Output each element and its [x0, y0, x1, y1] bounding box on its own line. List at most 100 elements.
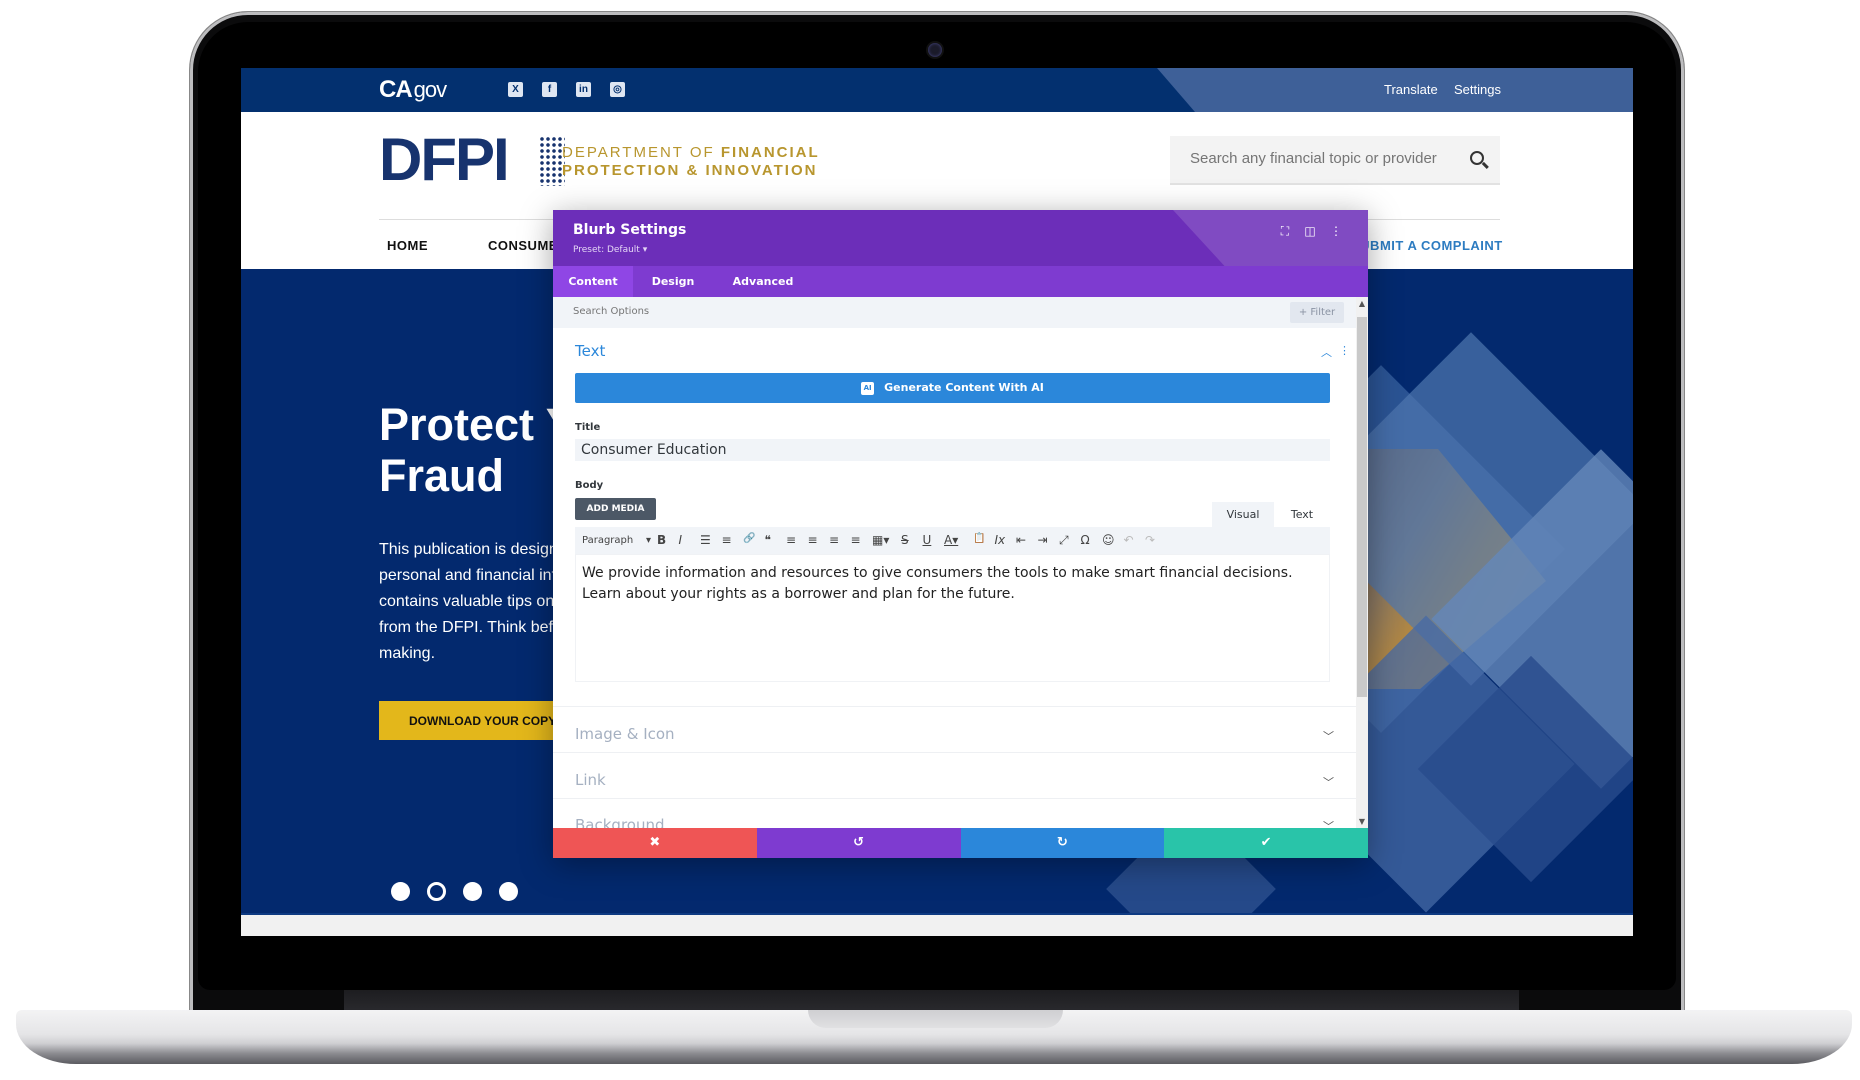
section-divider: [553, 752, 1356, 753]
discard-button[interactable]: ✖: [553, 828, 757, 858]
ca-gov-logo-mark: CA: [379, 76, 413, 103]
ca-gov-logo-suffix: gov: [413, 77, 447, 102]
carousel-dot[interactable]: [463, 882, 482, 901]
modal-scrollbar[interactable]: ▲ ▼: [1356, 297, 1368, 828]
page-bottom-strip: [241, 913, 1633, 936]
ca-gov-logo[interactable]: CAgov: [379, 76, 447, 104]
site-search-input[interactable]: [1190, 150, 1450, 167]
laptop-mockup: CAgov X f in ◎ Translate Settings DFPI D…: [0, 0, 1860, 1080]
section-divider: [553, 798, 1356, 799]
fullscreen-icon[interactable]: ⤢: [1059, 533, 1069, 548]
site-search: [1170, 136, 1500, 185]
search-options-input[interactable]: [573, 306, 873, 317]
nav-item-home[interactable]: HOME: [387, 238, 428, 253]
fullscreen-icon[interactable]: ⛶: [1278, 224, 1292, 239]
add-media-button[interactable]: ADD MEDIA: [575, 498, 656, 520]
section-text-title[interactable]: Text: [575, 342, 605, 360]
logo-text-innovation: INNOVATION: [705, 162, 818, 179]
modal-title: Blurb Settings: [573, 222, 687, 238]
logo-text-protection: PROTECTION &: [562, 162, 706, 179]
format-select-value: Paragraph: [582, 535, 634, 546]
bullet-list-icon[interactable]: ☰: [700, 533, 711, 547]
outdent-icon[interactable]: ⇤: [1016, 533, 1026, 547]
italic-icon[interactable]: I: [679, 533, 683, 547]
carousel-dot[interactable]: [391, 882, 410, 901]
chevron-up-icon[interactable]: ︿: [1321, 344, 1332, 360]
undo-button[interactable]: ↺: [756, 828, 961, 858]
generate-ai-label: Generate Content With AI: [884, 381, 1044, 394]
options-search: + Filter: [553, 297, 1356, 328]
nav-item-submit-complaint[interactable]: SUBMIT A COMPLAINT: [1351, 238, 1503, 253]
dfpi-logo-text: DEPARTMENT OF FINANCIAL PROTECTION & INN…: [562, 144, 820, 180]
modal-header[interactable]: Blurb Settings Preset: Default ▾ ⛶ ◫ ⋮: [553, 210, 1368, 297]
linkedin-icon[interactable]: in: [576, 82, 591, 97]
paragraph-format-select[interactable]: Paragraph ▾: [582, 535, 651, 546]
facebook-icon[interactable]: f: [542, 82, 557, 97]
blurb-settings-modal: Blurb Settings Preset: Default ▾ ⛶ ◫ ⋮ C…: [553, 210, 1368, 858]
special-char-icon[interactable]: Ω: [1081, 533, 1090, 547]
justify-icon[interactable]: ≡: [851, 533, 861, 547]
instagram-icon[interactable]: ◎: [610, 82, 625, 97]
redo-button[interactable]: ↻: [960, 828, 1165, 858]
x-twitter-icon[interactable]: X: [508, 82, 523, 97]
split-view-icon[interactable]: ◫: [1303, 224, 1317, 238]
modal-footer: ✖ ↺ ↻ ✔: [553, 828, 1368, 858]
modal-tabs: Content Design Advanced: [553, 266, 1368, 297]
align-center-icon[interactable]: ≡: [808, 533, 818, 547]
text-color-icon[interactable]: A▾: [944, 533, 958, 547]
chevron-down-icon[interactable]: ﹀: [1323, 774, 1334, 790]
scrollbar-thumb[interactable]: [1357, 317, 1367, 697]
settings-link[interactable]: Settings: [1454, 82, 1501, 97]
hero-headline-line1: Protect Y: [379, 399, 576, 450]
tab-advanced[interactable]: Advanced: [713, 266, 813, 297]
blockquote-icon[interactable]: ❝: [765, 533, 771, 547]
tab-design[interactable]: Design: [633, 266, 713, 297]
emoji-icon[interactable]: ☺: [1102, 533, 1115, 547]
bold-icon[interactable]: B: [657, 533, 666, 547]
body-editor[interactable]: We provide information and resources to …: [575, 554, 1330, 682]
undo-icon[interactable]: ↶: [1124, 533, 1134, 547]
indent-icon[interactable]: ⇥: [1038, 533, 1048, 547]
paste-text-icon[interactable]: 📋: [973, 533, 985, 544]
title-label: Title: [575, 422, 601, 433]
numbered-list-icon[interactable]: ≡: [722, 533, 732, 547]
align-left-icon[interactable]: ≡: [786, 533, 796, 547]
strikethrough-icon[interactable]: S: [901, 533, 909, 547]
dfpi-logo[interactable]: DFPI: [379, 130, 510, 190]
editor-tab-text[interactable]: Text: [1274, 502, 1330, 527]
filter-button[interactable]: + Filter: [1290, 302, 1344, 323]
align-right-icon[interactable]: ≡: [829, 533, 839, 547]
carousel-dot[interactable]: [499, 882, 518, 901]
chevron-down-icon[interactable]: ﹀: [1323, 728, 1334, 744]
underline-icon[interactable]: U: [923, 533, 932, 547]
search-icon[interactable]: [1470, 151, 1484, 165]
utility-bar: CAgov X f in ◎ Translate Settings: [241, 68, 1633, 112]
scroll-up-icon[interactable]: ▲: [1356, 299, 1368, 308]
title-input[interactable]: [575, 439, 1330, 461]
clear-format-icon[interactable]: Ix: [995, 533, 1006, 547]
webcam-icon: [928, 43, 942, 57]
editor-tab-visual[interactable]: Visual: [1212, 502, 1274, 527]
link-icon[interactable]: 🔗: [743, 533, 755, 544]
generate-ai-button[interactable]: AI Generate Content With AI: [575, 373, 1330, 403]
more-options-icon[interactable]: ⋮: [1329, 224, 1343, 238]
section-menu-icon[interactable]: ⋮: [1339, 344, 1350, 357]
section-image-icon[interactable]: Image & Icon: [575, 725, 675, 743]
save-button[interactable]: ✔: [1164, 828, 1368, 858]
scroll-down-icon[interactable]: ▼: [1356, 817, 1368, 826]
body-label: Body: [575, 480, 604, 491]
tab-content[interactable]: Content: [553, 266, 633, 297]
preset-dropdown[interactable]: Preset: Default ▾: [573, 245, 647, 255]
laptop-notch: [808, 1010, 1063, 1028]
editor-toolbar: Paragraph ▾ B I ☰ ≡ 🔗 ❝ ≡ ≡ ≡ ≡ ▦▾ S U A▾ 📋 Ix ⇤ ⇥ ⤢ Ω ☺ ↶ ↷: [575, 527, 1330, 554]
table-icon[interactable]: ▦▾: [872, 533, 889, 547]
logo-text-dept: DEPARTMENT OF: [562, 144, 721, 161]
redo-icon[interactable]: ↷: [1145, 533, 1155, 547]
ai-icon: AI: [861, 381, 875, 395]
section-link[interactable]: Link: [575, 771, 606, 789]
logo-text-financial: FINANCIAL: [720, 144, 820, 161]
translate-link[interactable]: Translate: [1384, 82, 1438, 97]
carousel-dot-active[interactable]: [427, 882, 446, 901]
hero-headline: Protect Y Fraud: [379, 399, 576, 501]
hero-headline-line2: Fraud: [379, 450, 505, 501]
